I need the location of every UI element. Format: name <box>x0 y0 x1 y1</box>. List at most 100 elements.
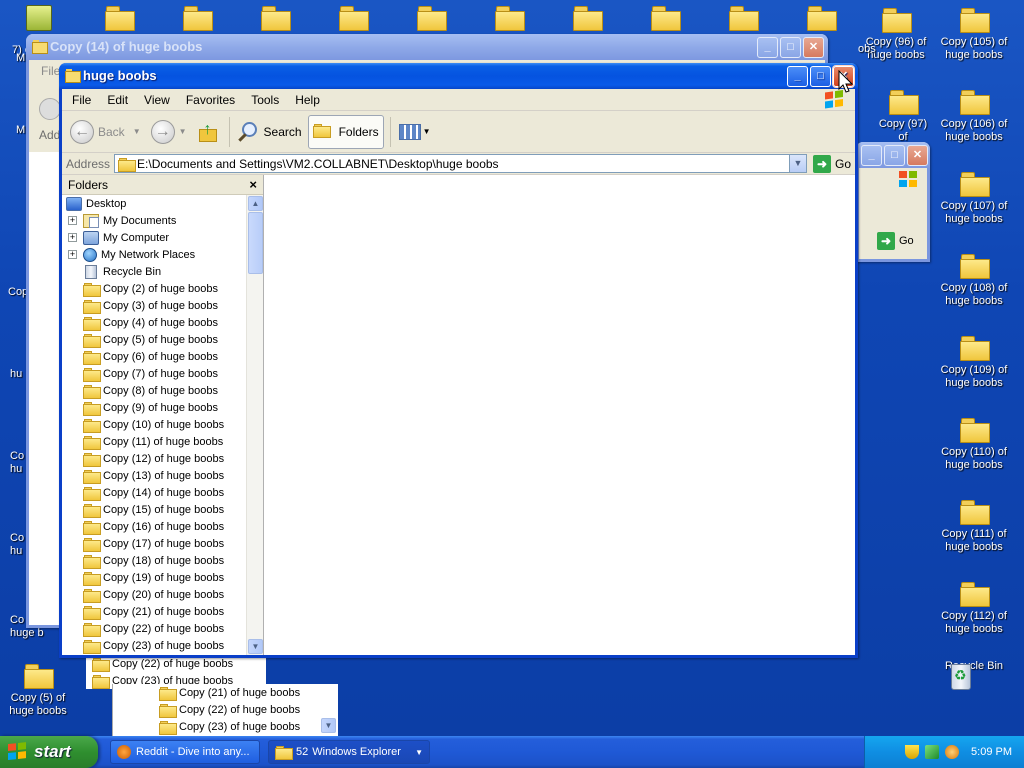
menu-file[interactable]: File <box>64 93 99 107</box>
desktop-icon-copy-106[interactable]: Copy (106) of huge boobs <box>937 88 1011 144</box>
tree-item[interactable]: Copy (8) of huge boobs <box>62 382 246 399</box>
folder-icon[interactable] <box>338 4 369 31</box>
scroll-thumb[interactable] <box>248 212 263 274</box>
back-button[interactable]: ← Back ▼ <box>66 115 145 149</box>
desktop-icon-copy-5[interactable]: Copy (5) of huge boobs <box>1 662 75 718</box>
minimize-button[interactable]: _ <box>787 66 808 87</box>
tree-item[interactable]: Copy (21) of huge boobs <box>113 684 338 701</box>
window-huge-boobs[interactable]: huge boobs _ □ ✕ File Edit View Favorite… <box>59 63 858 658</box>
forward-button[interactable]: → ▼ <box>147 115 191 149</box>
taskbar-item-reddit[interactable]: Reddit - Dive into any... <box>110 740 260 764</box>
tree-item[interactable]: Copy (16) of huge boobs <box>62 518 246 535</box>
folder-icon[interactable] <box>728 4 759 31</box>
menu-view[interactable]: View <box>136 93 178 107</box>
tree-item[interactable]: Copy (10) of huge boobs <box>62 416 246 433</box>
address-input[interactable]: E:\Documents and Settings\VM2.COLLABNET\… <box>114 154 807 173</box>
search-button[interactable]: Search <box>234 115 306 149</box>
menu-edit[interactable]: Edit <box>99 93 136 107</box>
tree-item[interactable]: Copy (22) of huge boobs <box>113 701 338 718</box>
close-button[interactable]: ✕ <box>907 145 928 166</box>
desktop-icon-recycle-bin[interactable]: Recycle Bin <box>937 660 1011 673</box>
up-button[interactable]: ↑ <box>193 115 223 149</box>
forward-dropdown-icon[interactable]: ▼ <box>179 127 187 136</box>
tree-item[interactable]: Copy (6) of huge boobs <box>62 348 246 365</box>
tree-item[interactable]: Copy (7) of huge boobs <box>62 365 246 382</box>
tree-item[interactable]: Desktop <box>62 195 246 212</box>
shortcut-icon[interactable] <box>26 5 52 31</box>
folder-icon[interactable] <box>182 4 213 31</box>
maximize-button[interactable]: □ <box>780 37 801 58</box>
desktop-icon-copy-112[interactable]: Copy (112) of huge boobs <box>937 580 1011 636</box>
tree-item[interactable]: Copy (3) of huge boobs <box>62 297 246 314</box>
vertical-scrollbar[interactable]: ▲ ▼ <box>246 195 263 655</box>
desktop-icon-copy-111[interactable]: Copy (111) of huge boobs <box>937 498 1011 554</box>
tree-item[interactable]: Copy (15) of huge boobs <box>62 501 246 518</box>
security-shield-icon[interactable] <box>905 745 920 759</box>
views-dropdown-icon[interactable]: ▼ <box>423 127 431 136</box>
folder-icon[interactable] <box>494 4 525 31</box>
tree-item[interactable]: Copy (17) of huge boobs <box>62 535 246 552</box>
tree-item[interactable]: Copy (2) of huge boobs <box>62 280 246 297</box>
views-button[interactable]: ▼ <box>395 115 435 149</box>
close-icon[interactable]: × <box>249 175 257 195</box>
tree-item[interactable]: Copy (5) of huge boobs <box>62 331 246 348</box>
menu-tools[interactable]: Tools <box>243 93 287 107</box>
folders-button[interactable]: Folders <box>307 114 384 149</box>
tree-item[interactable]: + My Documents <box>62 212 246 229</box>
tree-item[interactable]: + My Computer <box>62 229 246 246</box>
tree-item[interactable]: Copy (20) of huge boobs <box>62 586 246 603</box>
network-icon[interactable] <box>925 745 940 759</box>
scroll-up-button[interactable]: ▲ <box>248 196 263 211</box>
folder-icon[interactable] <box>416 4 447 31</box>
title-bar[interactable]: _ □ ✕ <box>856 142 930 168</box>
folder-icon[interactable] <box>650 4 681 31</box>
folder-icon[interactable] <box>104 4 135 31</box>
desktop-icon-copy-109[interactable]: Copy (109) of huge boobs <box>937 334 1011 390</box>
tree-item[interactable]: Copy (9) of huge boobs <box>62 399 246 416</box>
minimize-button[interactable]: _ <box>757 37 778 58</box>
tree-item[interactable]: Copy (23) of huge boobs <box>62 637 246 654</box>
desktop-icon-copy-108[interactable]: Copy (108) of huge boobs <box>937 252 1011 308</box>
tree-item[interactable]: Copy (23) of huge boobs <box>113 718 338 735</box>
go-button[interactable]: ➜ Go <box>812 154 851 173</box>
address-dropdown-icon[interactable]: ▼ <box>788 155 806 172</box>
tree-item[interactable]: Copy (13) of huge boobs <box>62 467 246 484</box>
desktop-icon-copy-105[interactable]: Copy (105) of huge boobs <box>937 6 1011 62</box>
maximize-button[interactable]: □ <box>810 66 831 87</box>
go-button[interactable]: ➜ Go <box>877 232 927 250</box>
tree-item[interactable]: Copy (11) of huge boobs <box>62 433 246 450</box>
expand-icon[interactable]: + <box>68 216 77 225</box>
tree-item[interactable]: Copy (14) of huge boobs <box>62 484 246 501</box>
folder-icon[interactable] <box>572 4 603 31</box>
search-icon[interactable] <box>945 745 960 759</box>
start-button[interactable]: start <box>0 736 98 768</box>
tree-item[interactable]: Copy (18) of huge boobs <box>62 552 246 569</box>
menu-help[interactable]: Help <box>287 93 328 107</box>
scroll-down-button[interactable]: ▼ <box>321 718 336 733</box>
tree-item[interactable]: + My Network Places <box>62 246 246 263</box>
menu-file[interactable]: File <box>41 64 60 78</box>
close-button[interactable]: ✕ <box>803 37 824 58</box>
tree-item[interactable]: Recycle Bin <box>62 263 246 280</box>
tree-item[interactable]: Copy (19) of huge boobs <box>62 569 246 586</box>
menu-favorites[interactable]: Favorites <box>178 93 243 107</box>
back-icon[interactable] <box>39 98 61 120</box>
expand-icon[interactable]: + <box>68 233 77 242</box>
window-middle[interactable]: _ □ ✕ ➜ Go <box>856 142 930 262</box>
folder-icon[interactable] <box>806 4 837 31</box>
tree-item[interactable]: Copy (22) of huge boobs <box>62 620 246 637</box>
desktop-icon-copy-110[interactable]: Copy (110) of huge boobs <box>937 416 1011 472</box>
scroll-down-button[interactable]: ▼ <box>248 639 263 654</box>
title-bar[interactable]: huge boobs _ □ ✕ <box>59 63 858 89</box>
title-bar[interactable]: Copy (14) of huge boobs _ □ ✕ <box>26 34 828 60</box>
tree-item[interactable]: Copy (4) of huge boobs <box>62 314 246 331</box>
maximize-button[interactable]: □ <box>884 145 905 166</box>
desktop-icon-copy-97[interactable]: Copy (97) of <box>876 88 930 144</box>
expand-icon[interactable]: + <box>68 250 77 259</box>
back-dropdown-icon[interactable]: ▼ <box>133 127 141 136</box>
minimize-button[interactable]: _ <box>861 145 882 166</box>
taskbar-item-windows-explorer[interactable]: 52 Windows Explorer ▼ <box>268 740 430 764</box>
file-list[interactable] <box>264 175 855 655</box>
folder-icon[interactable] <box>260 4 291 31</box>
tree-item[interactable]: Copy (21) of huge boobs <box>62 603 246 620</box>
